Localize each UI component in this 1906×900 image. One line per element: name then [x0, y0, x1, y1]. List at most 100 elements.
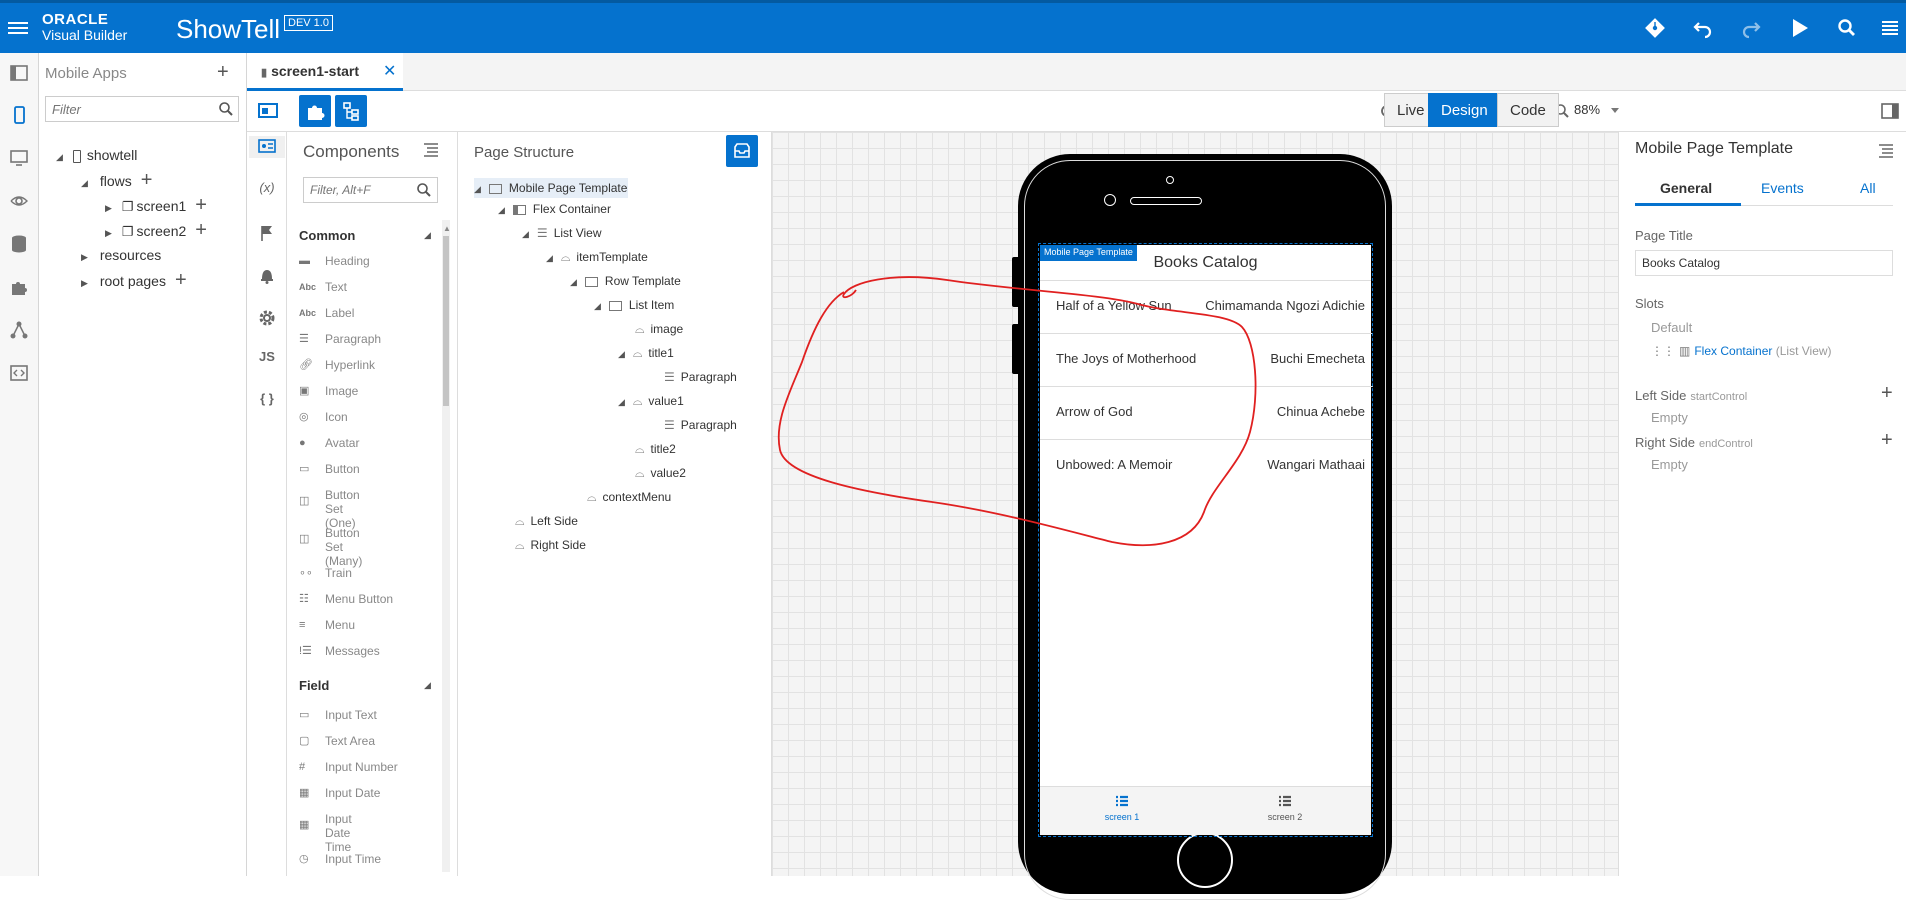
hamburger-menu-icon[interactable] — [8, 19, 28, 37]
component-text[interactable]: Abc Text — [299, 280, 347, 294]
structure-item[interactable]: ☰ Paragraph — [664, 370, 737, 384]
tree-item-resources[interactable]: ▶ resources — [81, 247, 161, 263]
add-page-icon[interactable]: + — [195, 194, 207, 216]
structure-item[interactable]: ⌓ contextMenu — [587, 490, 671, 505]
collapse-arrow-icon[interactable]: ◢ — [81, 178, 88, 188]
processes-icon[interactable] — [8, 319, 30, 341]
redo-icon[interactable] — [1739, 16, 1763, 40]
structure-item[interactable]: ⌓ image — [635, 322, 683, 337]
tab-all[interactable]: All — [1860, 180, 1876, 196]
settings-gear-icon[interactable] — [256, 307, 278, 329]
component-menu[interactable]: ≡ Menu — [299, 618, 355, 632]
page-designer-icon[interactable] — [256, 99, 280, 123]
mobile-apps-icon[interactable] — [8, 104, 30, 126]
expand-arrow-icon[interactable]: ▶ — [81, 252, 88, 262]
design-canvas[interactable]: Books Catalog Mobile Page Template Half … — [772, 132, 1618, 900]
tree-item-screen1[interactable]: ▶ ❐ screen1 + — [105, 194, 207, 216]
component-input-date-time[interactable]: ▦ Input Date Time — [299, 812, 371, 854]
close-tab-icon[interactable]: ✕ — [383, 61, 396, 81]
component-paragraph[interactable]: ☰ Paragraph — [299, 332, 381, 346]
components-toggle-button[interactable] — [299, 95, 331, 127]
component-menu-button[interactable]: ☷ Menu Button — [299, 592, 393, 606]
zoom-dropdown[interactable]: 88% — [1554, 102, 1644, 122]
structure-item[interactable]: ◢ ⌓ itemTemplate — [546, 250, 648, 265]
component-input-number[interactable]: # Input Number — [299, 760, 398, 774]
collapse-section-icon[interactable]: ◢ — [424, 680, 431, 691]
collapse-section-icon[interactable]: ◢ — [424, 230, 431, 241]
component-avatar[interactable]: ● Avatar — [299, 436, 359, 450]
properties-menu-icon[interactable] — [1877, 141, 1895, 159]
structure-item[interactable]: ◢ ⌓ value1 — [618, 394, 684, 409]
variables-icon[interactable]: (x) — [256, 180, 278, 202]
expand-arrow-icon[interactable]: ▶ — [105, 228, 112, 238]
structure-toggle-button[interactable] — [335, 95, 367, 127]
component-hyperlink[interactable]: 🔗︎ Hyperlink — [299, 358, 375, 372]
component-input-time[interactable]: ◷ Input Time — [299, 852, 381, 866]
mode-design-button[interactable]: Design — [1428, 93, 1501, 127]
web-apps-icon[interactable] — [8, 147, 30, 169]
structure-item[interactable]: ◢ Mobile Page Template — [474, 178, 628, 198]
panel-toggle-icon[interactable] — [8, 62, 30, 84]
components-filter-input[interactable] — [304, 178, 404, 202]
page-title-input[interactable] — [1635, 250, 1893, 276]
drag-handle-icon[interactable]: ⋮⋮ — [1651, 344, 1675, 358]
structure-item[interactable]: ⌓ Right Side — [515, 538, 586, 553]
section-common[interactable]: Common — [299, 228, 355, 243]
menu-icon[interactable] — [1878, 16, 1902, 40]
tab-events[interactable]: Events — [1761, 180, 1804, 196]
palette-menu-icon[interactable] — [422, 140, 440, 158]
collapse-arrow-icon[interactable]: ◢ — [56, 152, 63, 162]
business-objects-icon[interactable] — [8, 233, 30, 255]
component-button-set-one[interactable]: ◫ Button Set (One) — [299, 488, 369, 530]
search-icon[interactable] — [1835, 16, 1859, 40]
tree-item-root-pages[interactable]: ▶ root pages + — [81, 269, 187, 291]
component-heading[interactable]: ▬ Heading — [299, 254, 370, 268]
structure-item[interactable]: ⌓ value2 — [635, 466, 686, 481]
palette-scrollbar-thumb[interactable] — [443, 236, 449, 406]
navigator-filter-input[interactable] — [46, 97, 206, 121]
structure-item[interactable]: ◢ Flex Container — [498, 202, 611, 216]
services-icon[interactable] — [8, 190, 30, 212]
structure-item[interactable]: ◢ ☰ List View — [522, 226, 602, 240]
component-button-set-many[interactable]: ◫ Button Set (Many) — [299, 526, 369, 568]
add-left-side-icon[interactable]: + — [1881, 382, 1893, 405]
components-icon[interactable] — [8, 276, 30, 298]
structure-item[interactable]: ⌓ Left Side — [515, 514, 578, 529]
component-button[interactable]: ▭ Button — [299, 462, 360, 476]
undo-icon[interactable] — [1691, 16, 1715, 40]
expand-arrow-icon[interactable]: ▶ — [105, 203, 112, 213]
component-label[interactable]: Abc Label — [299, 306, 354, 320]
component-icon[interactable]: ◎ Icon — [299, 410, 348, 424]
component-input-text[interactable]: ▭ Input Text — [299, 708, 377, 722]
scroll-up-arrow-icon[interactable]: ▲ — [443, 224, 451, 233]
component-input-date[interactable]: ▦ Input Date — [299, 786, 380, 800]
structure-item[interactable]: ◢ Row Template — [570, 274, 681, 288]
structure-item[interactable]: ◢ ⌓ title1 — [618, 346, 674, 361]
component-text-area[interactable]: ▢ Text Area — [299, 734, 375, 748]
structure-item[interactable]: ◢ List Item — [594, 298, 674, 312]
source-view-icon[interactable] — [8, 362, 30, 384]
default-slot-item[interactable]: ⋮⋮ ▥ Flex Container (List View) — [1651, 344, 1832, 358]
structure-action-button[interactable] — [726, 135, 758, 167]
events-bell-icon[interactable] — [256, 264, 278, 286]
component-train[interactable]: ∘∘ Train — [299, 566, 352, 580]
structure-item[interactable]: ☰ Paragraph — [664, 418, 737, 432]
add-app-icon[interactable]: + — [217, 61, 229, 84]
add-root-page-icon[interactable]: + — [175, 269, 187, 291]
git-icon[interactable] — [1643, 16, 1667, 40]
javascript-icon[interactable]: JS — [256, 349, 278, 371]
properties-toggle-icon[interactable] — [1880, 101, 1900, 121]
json-icon[interactable]: { } — [256, 391, 278, 413]
expand-arrow-icon[interactable]: ▶ — [81, 278, 88, 288]
tree-item-showtell[interactable]: ◢ showtell — [56, 147, 137, 163]
tree-item-flows[interactable]: ◢ flows + — [81, 169, 153, 191]
add-right-side-icon[interactable]: + — [1881, 429, 1893, 452]
add-flow-icon[interactable]: + — [141, 169, 153, 191]
structure-item[interactable]: ⌓ title2 — [635, 442, 676, 457]
run-icon[interactable] — [1787, 16, 1811, 40]
component-messages[interactable]: !☰ Messages — [299, 644, 380, 658]
designer-view-button[interactable] — [249, 136, 285, 158]
tab-screen1-start[interactable]: ▮ screen1-start ✕ — [247, 53, 403, 91]
tree-item-screen2[interactable]: ▶ ❐ screen2 + — [105, 220, 207, 240]
section-field[interactable]: Field — [299, 678, 329, 693]
